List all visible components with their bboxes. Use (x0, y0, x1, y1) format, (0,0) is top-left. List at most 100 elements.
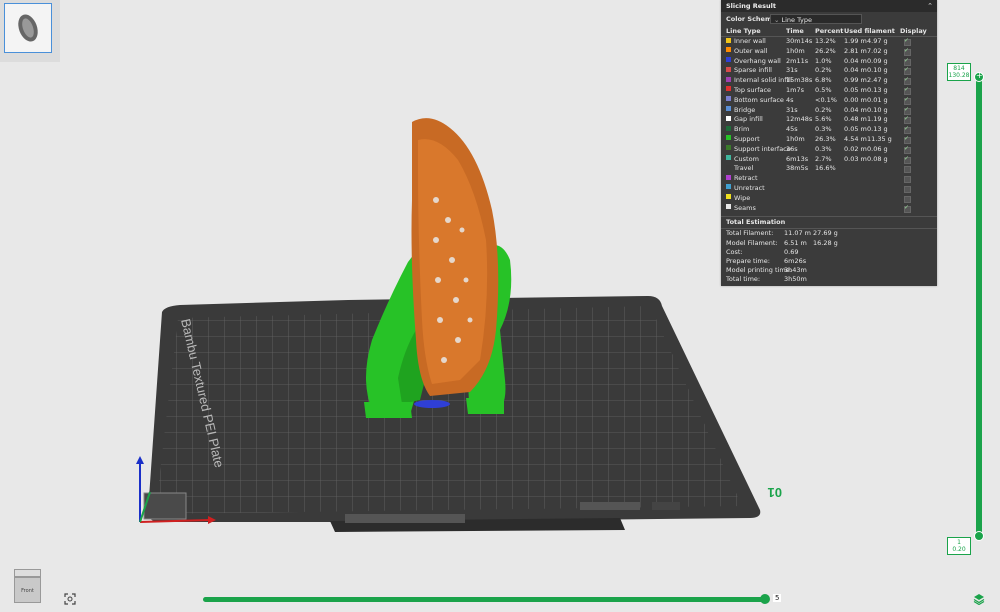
line-type-name: Wipe (726, 194, 750, 204)
line-type-row: Seams (721, 203, 937, 214)
line-type-grams: 0.10 g (867, 105, 888, 114)
line-type-label: Travel (734, 164, 754, 173)
total-value: 11.07 m (784, 229, 812, 238)
line-type-time: 1h0m (786, 134, 805, 143)
line-type-label: Seams (734, 203, 756, 212)
layer-slider-track[interactable] (976, 76, 982, 538)
layer-bottom-label: 1 0.20 (947, 537, 971, 555)
display-checkbox[interactable] (904, 203, 911, 213)
line-type-label: Support (734, 134, 760, 143)
line-type-percent: 13.2% (815, 37, 836, 45)
line-type-meters: 0.05 m (844, 85, 867, 94)
line-type-time: 31s (786, 66, 798, 75)
line-type-swatch (726, 194, 731, 200)
line-type-swatch (726, 135, 731, 141)
total-label: Total Filament: (726, 229, 774, 238)
line-type-grams: 0.06 g (867, 144, 888, 153)
view-cube-top[interactable] (14, 569, 41, 577)
line-type-label: Sparse infill (734, 66, 772, 75)
line-type-label: Gap infill (734, 115, 763, 124)
line-type-meters: 2.81 m (844, 46, 867, 55)
line-type-meters: 0.04 m (844, 105, 867, 114)
total-value: 3h50m (784, 275, 807, 284)
line-type-label: Top surface (734, 85, 772, 94)
line-type-percent: 0.3% (815, 144, 832, 153)
total-row: Total time: 3h50m (721, 275, 937, 284)
line-type-row: Travel 38m5s 16.6% (721, 164, 937, 174)
line-type-grams: 4.97 g (867, 37, 888, 45)
line-type-grams: 1.19 g (867, 115, 888, 124)
line-type-row: Unretract (721, 184, 937, 194)
line-type-percent: 0.2% (815, 105, 832, 114)
line-type-percent: 0.5% (815, 85, 832, 94)
line-type-swatch (726, 145, 731, 151)
line-type-swatch (726, 57, 731, 63)
line-type-swatch (726, 125, 731, 131)
line-type-label: Bridge (734, 105, 756, 114)
col-time: Time (786, 27, 804, 35)
line-type-name: Gap infill (726, 115, 763, 125)
line-type-swatch (726, 66, 731, 72)
line-type-grams: 0.08 g (867, 154, 888, 163)
line-type-name: Inner wall (726, 37, 766, 47)
line-type-swatch (726, 96, 731, 102)
total-value: 0.69 (784, 247, 799, 256)
layer-slider-top-handle[interactable] (974, 71, 984, 82)
line-type-name: Outer wall (726, 47, 767, 57)
layers-icon[interactable] (973, 593, 985, 605)
line-type-name: Travel (726, 164, 753, 174)
view-cube-icon[interactable]: Front (12, 567, 42, 605)
bottom-layer-number: 1 (957, 539, 961, 546)
total-value-secondary: 16.28 g (813, 238, 838, 247)
line-type-name: Support (726, 135, 760, 145)
line-type-name: Overhang wall (726, 57, 781, 67)
display-checkbox[interactable] (904, 176, 911, 184)
collapse-icon[interactable]: ⌃ (927, 0, 933, 12)
line-type-time: 45s (786, 125, 798, 134)
line-type-meters: 0.99 m (844, 76, 867, 85)
line-type-swatch (726, 184, 731, 190)
line-type-name: Top surface (726, 86, 771, 96)
color-scheme-select[interactable]: ⌄ Line Type (770, 14, 862, 24)
line-type-meters: 0.05 m (844, 125, 867, 134)
line-type-name: Internal solid infill (726, 76, 792, 86)
chevron-down-icon: ⌄ (774, 16, 780, 24)
line-type-time: 1h0m (786, 46, 805, 55)
display-checkbox[interactable] (904, 166, 911, 174)
move-slider-handle[interactable] (760, 594, 770, 604)
line-type-time: 36s (786, 144, 798, 153)
line-type-row: Retract (721, 174, 937, 184)
view-cube-front[interactable]: Front (14, 577, 41, 603)
line-type-time: 12m48s (786, 115, 813, 124)
line-type-grams: 0.13 g (867, 85, 888, 94)
line-type-meters: 0.03 m (844, 154, 867, 163)
line-type-percent: 16.6% (815, 164, 836, 173)
display-checkbox[interactable] (904, 185, 911, 193)
line-type-swatch (726, 155, 731, 161)
line-type-name: Bridge (726, 106, 755, 116)
line-type-meters: 1.99 m (844, 37, 867, 45)
line-type-name: Unretract (726, 184, 765, 194)
line-type-label: Outer wall (734, 46, 768, 55)
fit-view-icon[interactable] (64, 593, 76, 605)
line-type-label: Unretract (734, 183, 765, 192)
line-type-swatch (726, 106, 731, 112)
line-type-name: Brim (726, 125, 749, 135)
line-type-percent: 5.6% (815, 115, 832, 124)
line-type-swatch (726, 86, 731, 92)
line-type-grams: 0.10 g (867, 66, 888, 75)
total-value: 6.51 m (784, 238, 807, 247)
line-type-grams: 0.09 g (867, 56, 888, 65)
panel-title: Slicing Result (726, 2, 777, 10)
line-type-row: Custom 6m13s 2.7% 0.03 m 0.08 g (721, 154, 937, 165)
layer-slider-bottom-handle[interactable] (974, 531, 984, 541)
col-line-type: Line Type (726, 27, 761, 35)
line-type-name: Retract (726, 174, 758, 184)
total-estimation-list: Total Filament: 11.07 m 27.69 g Model Filam… (721, 229, 937, 284)
line-type-label: Retract (734, 174, 758, 183)
move-slider-track[interactable] (203, 597, 767, 602)
line-type-grams: 0.01 g (867, 95, 888, 104)
plate-number: 01 (768, 485, 782, 500)
display-checkbox[interactable] (904, 154, 911, 164)
line-type-swatch (726, 174, 731, 180)
